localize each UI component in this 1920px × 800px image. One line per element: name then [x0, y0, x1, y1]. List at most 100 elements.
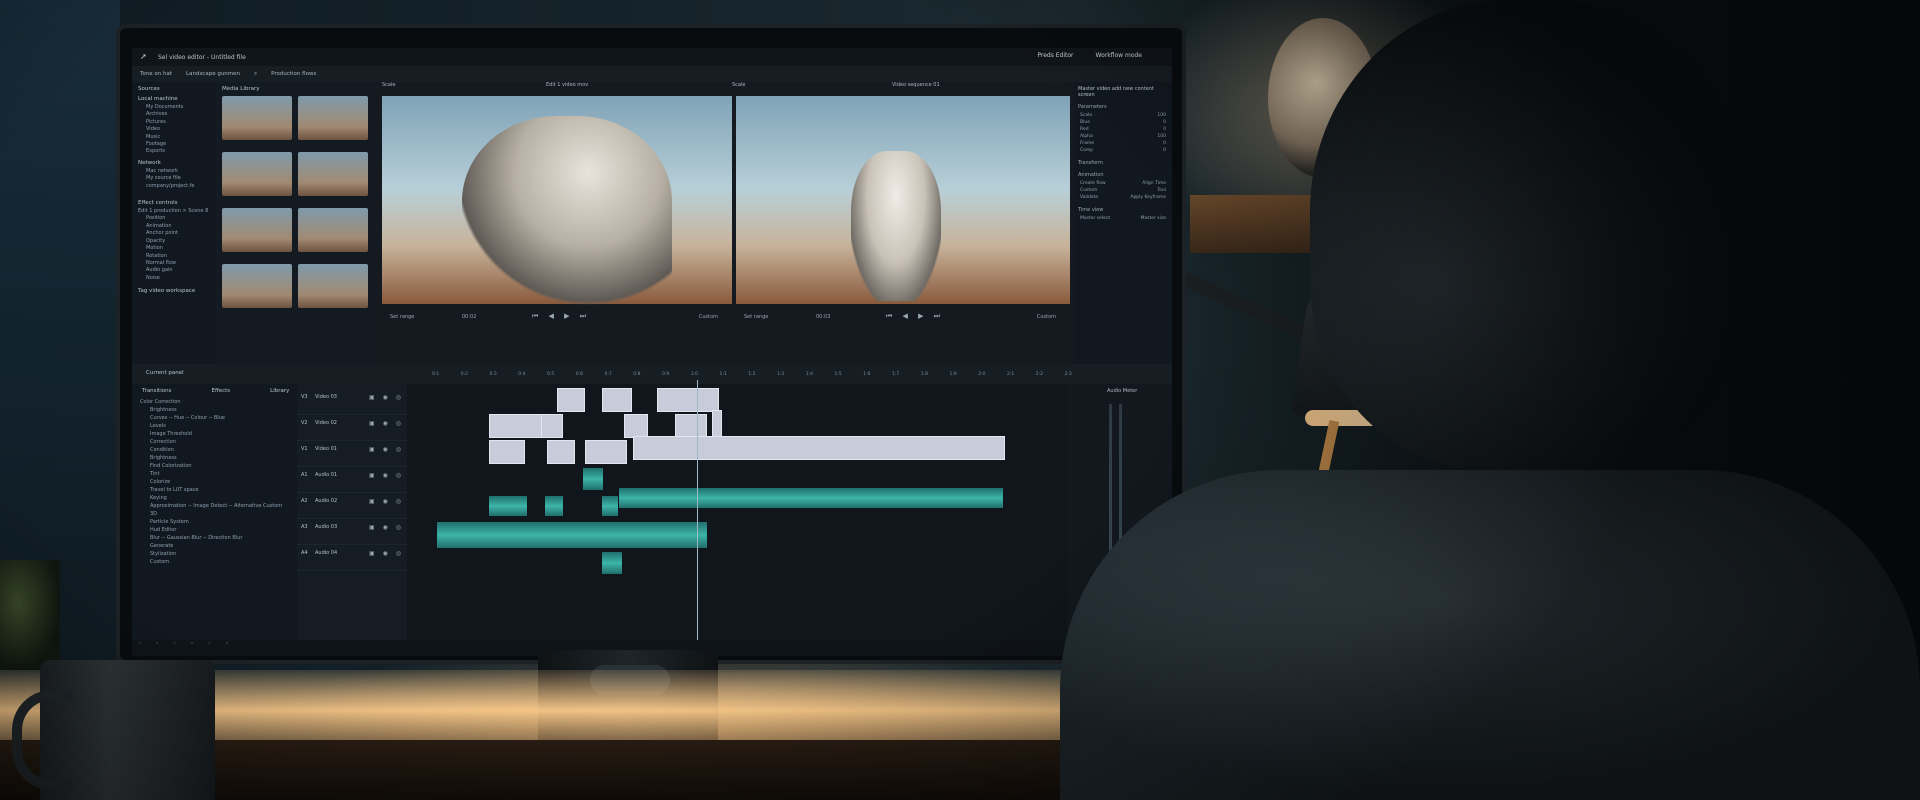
- playhead[interactable]: [697, 380, 698, 656]
- tag-workspace-button[interactable]: Tag video workspace: [138, 288, 216, 294]
- inspector-button[interactable]: Tool: [1157, 187, 1166, 194]
- track-header[interactable]: V3 Video 03 ▣ ◉ ◎: [297, 388, 407, 415]
- effect-item[interactable]: Curves -- Hue -- Colour -- Blue: [150, 414, 297, 422]
- program-viewer[interactable]: [736, 96, 1070, 304]
- effect-item[interactable]: Colorize: [150, 478, 297, 486]
- folder-item[interactable]: Music: [146, 134, 216, 141]
- folder-item[interactable]: Footage: [146, 141, 216, 148]
- folder-item[interactable]: Archives: [146, 111, 216, 118]
- toolbar-item[interactable]: Production flows: [271, 71, 316, 77]
- param-value[interactable]: 100: [1157, 112, 1166, 119]
- audio-clip[interactable]: [619, 488, 1003, 508]
- track-toggle-icons[interactable]: ▣ ◉ ◎: [369, 446, 404, 453]
- track-toggle-icons[interactable]: ▣ ◉ ◎: [369, 394, 404, 401]
- tab-library[interactable]: Library: [270, 388, 289, 394]
- inspector-button[interactable]: Custom: [1080, 187, 1097, 194]
- effect-item[interactable]: Keying: [150, 494, 297, 502]
- folder-local[interactable]: Local machine: [138, 96, 216, 102]
- param-value[interactable]: 0: [1163, 119, 1166, 126]
- param-value[interactable]: 0: [1163, 140, 1166, 147]
- folder-item[interactable]: Exports: [146, 148, 216, 155]
- video-clip[interactable]: [585, 440, 627, 464]
- track-header[interactable]: A4 Audio 04 ▣ ◉ ◎: [297, 544, 407, 571]
- audio-clip[interactable]: [602, 496, 618, 516]
- effect-item[interactable]: Find Colorization: [150, 462, 297, 470]
- param-row[interactable]: Scale 100: [1080, 112, 1166, 119]
- inspector-button[interactable]: Apply Keyframe: [1130, 194, 1166, 201]
- toolbar-item[interactable]: Tone on hat: [140, 71, 172, 77]
- folder-item[interactable]: My Documents: [146, 104, 216, 111]
- track-header[interactable]: A2 Audio 02 ▣ ◉ ◎: [297, 492, 407, 519]
- status-icons[interactable]: ◦ ◦ ◦ ◦ ◦ ◦: [138, 640, 235, 647]
- effect-control-item[interactable]: Rotation: [146, 253, 216, 260]
- param-row[interactable]: Alpha 100: [1080, 133, 1166, 140]
- param-row[interactable]: Blue 0: [1080, 119, 1166, 126]
- video-clip[interactable]: [624, 414, 648, 438]
- effect-item[interactable]: Correction: [150, 438, 297, 446]
- tab-transitions[interactable]: Transitions: [142, 388, 171, 394]
- source-viewer-scale[interactable]: Scale: [382, 82, 395, 94]
- effect-item[interactable]: Color Correction: [140, 398, 297, 406]
- video-clip[interactable]: [541, 414, 563, 438]
- video-clip[interactable]: [712, 410, 722, 438]
- media-thumbnail[interactable]: [222, 264, 292, 308]
- audio-clip[interactable]: [489, 496, 527, 516]
- set-range-dropdown[interactable]: Set range: [744, 314, 768, 320]
- video-clip[interactable]: [489, 440, 525, 464]
- audio-clip[interactable]: [602, 552, 622, 574]
- param-row[interactable]: Frame 0: [1080, 140, 1166, 147]
- effect-control-item[interactable]: Audio gain: [146, 267, 216, 274]
- timeline-ruler[interactable]: 0:1 0:2 0:3 0:4 0:5 0:6 0:7 0:8 0:9 1:0 1:1 1:2 1:3 1…: [432, 372, 1072, 380]
- video-clip[interactable]: [657, 388, 719, 412]
- effect-item[interactable]: Custom: [150, 558, 297, 566]
- media-thumbnail[interactable]: [222, 152, 292, 196]
- search-icon[interactable]: ⌕: [254, 71, 257, 78]
- mode-button-workflow[interactable]: Workflow mode: [1096, 52, 1142, 59]
- track-toggle-icons[interactable]: ▣ ◉ ◎: [369, 550, 404, 557]
- folder-item[interactable]: Video: [146, 126, 216, 133]
- effect-control-item[interactable]: Noise: [146, 275, 216, 282]
- fit-dropdown[interactable]: Custom: [699, 314, 718, 320]
- inspector-button[interactable]: Master size: [1140, 215, 1166, 222]
- media-thumbnail[interactable]: [298, 264, 368, 308]
- effect-control-item[interactable]: Opacity: [146, 238, 216, 245]
- video-clip[interactable]: [602, 388, 632, 412]
- folder-item[interactable]: Pictures: [146, 119, 216, 126]
- set-range-dropdown[interactable]: Set range: [390, 314, 414, 320]
- effect-item[interactable]: Image Threshold: [150, 430, 297, 438]
- folder-item[interactable]: company/project.fe: [146, 183, 216, 190]
- effect-item[interactable]: Hud Editor: [150, 526, 297, 534]
- video-clip[interactable]: [633, 436, 1005, 460]
- param-row[interactable]: Red 0: [1080, 126, 1166, 133]
- toolbar-item[interactable]: Landscape gunmen: [186, 71, 240, 77]
- effect-item[interactable]: 3D: [150, 510, 297, 518]
- effect-item[interactable]: Brightness: [150, 406, 297, 414]
- effect-item[interactable]: Levels: [150, 422, 297, 430]
- media-thumbnail[interactable]: [298, 152, 368, 196]
- video-clip[interactable]: [557, 388, 585, 412]
- effect-item[interactable]: Blur -- Gaussian Blur -- Direction Blur: [150, 534, 297, 542]
- inspector-button[interactable]: Align Time: [1142, 180, 1166, 187]
- video-clip[interactable]: [547, 440, 575, 464]
- effect-control-item[interactable]: Animation: [146, 223, 216, 230]
- effect-item[interactable]: Tint: [150, 470, 297, 478]
- param-value[interactable]: 0: [1163, 126, 1166, 133]
- effect-item[interactable]: Stylization: [150, 550, 297, 558]
- effect-item[interactable]: Particle System: [150, 518, 297, 526]
- effect-item[interactable]: Approximation -- Image Detect -- Alterna…: [150, 502, 297, 510]
- effect-item[interactable]: Brightness: [150, 454, 297, 462]
- folder-item[interactable]: Mac network: [146, 168, 216, 175]
- video-clip[interactable]: [489, 414, 543, 438]
- effect-control-item[interactable]: Normal flow: [146, 260, 216, 267]
- track-toggle-icons[interactable]: ▣ ◉ ◎: [369, 498, 404, 505]
- param-row[interactable]: Comp 0: [1080, 147, 1166, 154]
- inspector-button[interactable]: Validate: [1080, 194, 1098, 201]
- effect-control-item[interactable]: Anchor point: [146, 230, 216, 237]
- track-toggle-icons[interactable]: ▣ ◉ ◎: [369, 420, 404, 427]
- effect-control-item[interactable]: Motion: [146, 245, 216, 252]
- program-viewer-scale[interactable]: Scale: [732, 82, 745, 94]
- video-clip[interactable]: [675, 414, 707, 438]
- folder-item[interactable]: My source file: [146, 175, 216, 182]
- audio-clip[interactable]: [583, 468, 603, 490]
- mode-button-preds[interactable]: Preds Editor: [1037, 52, 1073, 59]
